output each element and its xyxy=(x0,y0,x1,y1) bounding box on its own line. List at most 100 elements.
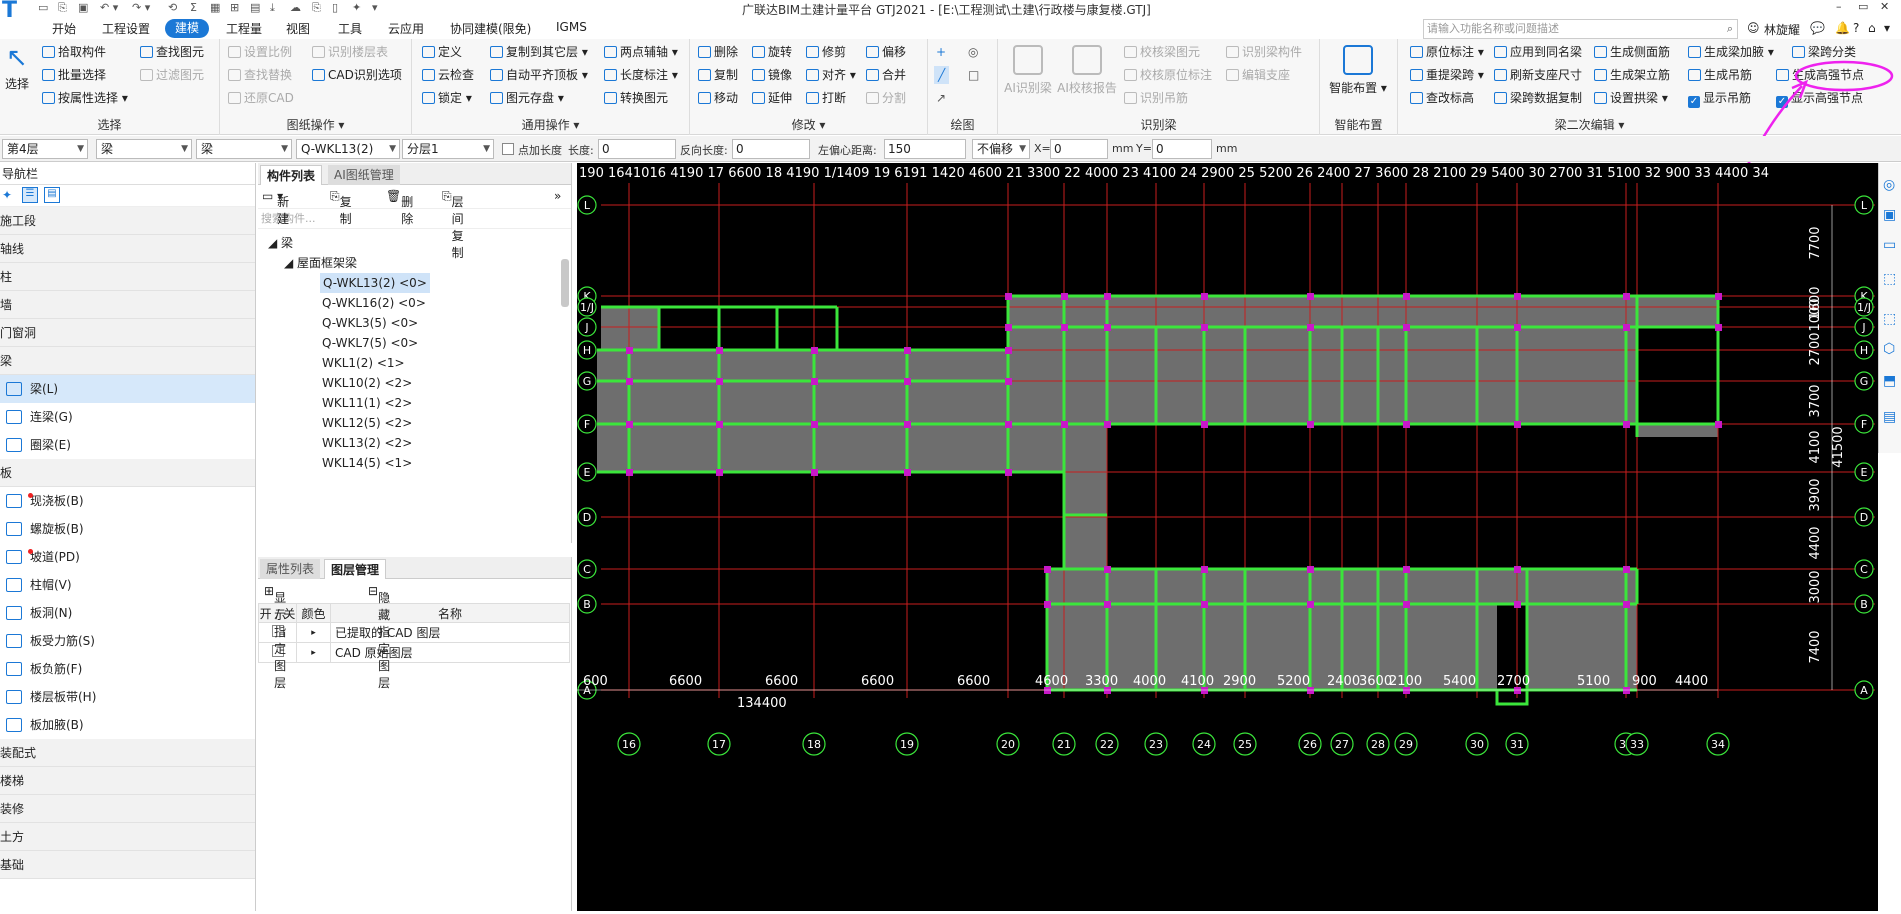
list-view-icon[interactable]: ☰ xyxy=(22,187,38,203)
new-file-icon[interactable]: ▭ xyxy=(38,1,48,14)
floor-copy-button[interactable]: ⎘ 层间复制 xyxy=(442,189,464,260)
view-select-icon[interactable]: ⬚ xyxy=(1883,311,1896,327)
gen-erection-bar-button[interactable]: 生成架立筋 xyxy=(1594,66,1670,84)
two-point-axis-button[interactable]: 两点辅轴 ▾ xyxy=(604,43,678,61)
tab-ai-drawing[interactable]: AI图纸管理 xyxy=(328,165,400,185)
break-button[interactable]: 打断 xyxy=(806,89,846,107)
ai-check-report-button[interactable]: AI校核报告 xyxy=(1056,45,1118,96)
floor-select[interactable]: 第4层 ▼ xyxy=(2,139,88,159)
menu-quantity[interactable]: 工程量 xyxy=(226,20,262,37)
tree-root-beam[interactable]: ◢ 梁 xyxy=(268,233,293,253)
tree-item[interactable]: Q-WKL3(5) <0> xyxy=(322,313,418,333)
cad-drawing[interactable]: L LK K1/J 1/JJ JH HG GF FE ED DC CB BA A16 17 18 19 20 21… xyxy=(577,163,1878,911)
copy-button[interactable]: 复制 xyxy=(698,66,738,84)
expand-arrow-icon[interactable]: ▸ xyxy=(296,642,331,663)
nav-item-floor-strip[interactable]: 楼层板带(H) xyxy=(0,683,255,711)
show-layer-button[interactable]: ⊞ 显示指定图层 xyxy=(264,584,286,690)
identify-beam-component-button[interactable]: 识别梁构件 xyxy=(1226,43,1302,61)
hide-layer-button[interactable]: ⊟ 隐藏指定图层 xyxy=(368,584,390,690)
check-elevation-button[interactable]: 查改标高 xyxy=(1410,89,1474,107)
nav-item-slab-main-bar[interactable]: 板受力筋(S) xyxy=(0,627,255,655)
refresh-support-size-button[interactable]: 刷新支座尺寸 xyxy=(1494,66,1582,84)
cloud-check-button[interactable]: 云检查 xyxy=(422,66,474,84)
gen-high-strength-node-button[interactable]: 生成高强节点 xyxy=(1776,66,1864,84)
nav-cat-foundation[interactable]: 基础 xyxy=(0,851,255,879)
pick-component-button[interactable]: 拾取构件 xyxy=(42,43,106,61)
menu-start[interactable]: 开始 xyxy=(52,20,76,37)
define-button[interactable]: 定义 xyxy=(422,43,462,61)
search-icon[interactable]: ⌕ xyxy=(1727,20,1733,38)
find-element-button[interactable]: 查找图元 xyxy=(140,43,204,61)
length-input[interactable]: 0 xyxy=(598,139,676,159)
view-top-icon[interactable]: ▣ xyxy=(1883,207,1896,223)
nav-cat-earthwork[interactable]: 土方 xyxy=(0,823,255,851)
beam-span-class-button[interactable]: 梁跨分类 xyxy=(1792,43,1856,61)
layer-select[interactable]: 分层1 ▼ xyxy=(402,139,494,159)
move-button[interactable]: 移动 xyxy=(698,89,738,107)
user-name[interactable]: 林旋耀 xyxy=(1764,21,1800,38)
cad-options-button[interactable]: CAD识别选项 xyxy=(312,66,402,84)
copy-span-data-button[interactable]: 梁跨数据复制 xyxy=(1494,89,1582,107)
mirror-button[interactable]: 镜像 xyxy=(752,66,792,84)
nav-cat-slab[interactable]: 板 xyxy=(0,459,255,487)
menu-igms[interactable]: IGMS xyxy=(556,20,587,34)
tab-property-list[interactable]: 属性列表 xyxy=(260,559,321,579)
redo-icon[interactable]: ↷ ▾ xyxy=(132,1,150,14)
tree-item[interactable]: Q-WKL13(2) <0> xyxy=(320,273,430,293)
select-button[interactable]: ↖ 选择 xyxy=(2,45,32,92)
menu-project-settings[interactable]: 工程设置 xyxy=(102,20,150,37)
copy-component-button[interactable]: ⎘ 复制 xyxy=(330,189,352,226)
left-offset-input[interactable]: 150 xyxy=(884,139,966,159)
drawing-canvas[interactable]: L L K K 1/J 1/J J J H H G G F F E E D D C C B B A A 16 17 18 19 20 21… xyxy=(577,163,1878,911)
align-button[interactable]: 对齐 ▾ xyxy=(806,66,856,84)
nav-item-slab-hole[interactable]: 板洞(N) xyxy=(0,599,255,627)
nav-item-cast-slab[interactable]: 现浇板(B) xyxy=(0,487,255,515)
view-box-icon[interactable]: ⬡ xyxy=(1883,341,1895,357)
extend-button[interactable]: 延伸 xyxy=(752,89,792,107)
detail-view-icon[interactable]: ▤ xyxy=(44,187,60,203)
nav-item-slab-neg-bar[interactable]: 板负筋(F) xyxy=(0,655,255,683)
nav-item-slab-haunch[interactable]: 板加腋(B) xyxy=(0,711,255,739)
reverse-length-input[interactable]: 0 xyxy=(732,139,810,159)
nav-cat-beam[interactable]: 梁 xyxy=(0,347,255,375)
gen-side-bar-button[interactable]: 生成侧面筋 xyxy=(1594,43,1670,61)
table-row[interactable]: ▸ CAD 原始图层 xyxy=(258,642,570,663)
merge-button[interactable]: 合并 xyxy=(866,66,906,84)
nav-item-spiral-slab[interactable]: 螺旋板(B) xyxy=(0,515,255,543)
point-length-checkbox[interactable] xyxy=(502,143,514,155)
message-icon[interactable]: 💬 xyxy=(1810,21,1825,35)
view-front-icon[interactable]: ▭ xyxy=(1883,237,1896,253)
point-draw-icon[interactable]: + xyxy=(936,43,946,61)
nav-item-ramp[interactable]: 坡道(PD) xyxy=(0,543,255,571)
inplace-annotation-button[interactable]: 原位标注 ▾ xyxy=(1410,43,1484,61)
line-draw-icon[interactable]: ╱ xyxy=(934,66,950,84)
x-input[interactable]: 0 xyxy=(1050,139,1108,159)
re-extract-span-button[interactable]: 重提梁跨 ▾ xyxy=(1410,66,1484,84)
nav-cat-wall[interactable]: 墙 xyxy=(0,291,255,319)
nav-cat-axis[interactable]: 轴线 xyxy=(0,235,255,263)
category-select[interactable]: 梁 ▼ xyxy=(96,139,192,159)
tree-group-roof-frame-beam[interactable]: ◢ 屋面框架梁 xyxy=(284,253,357,273)
nav-cat-prefab[interactable]: 装配式 xyxy=(0,739,255,767)
user-icon[interactable]: ☺ xyxy=(1747,21,1760,35)
component-select[interactable]: Q-WKL13(2) ▼ xyxy=(296,139,400,159)
tree-item[interactable]: Q-WKL16(2) <0> xyxy=(322,293,426,313)
view-cube-icon[interactable]: ⬚ xyxy=(1883,271,1896,287)
restore-cad-button[interactable]: 还原CAD xyxy=(228,89,294,107)
convert-element-button[interactable]: 转换图元 xyxy=(604,89,668,107)
type-select[interactable]: 梁 ▼ xyxy=(196,139,292,159)
rotate-point-icon[interactable]: ◎ xyxy=(968,43,978,61)
smart-layout-button[interactable]: 智能布置 ▾ xyxy=(1326,45,1390,96)
pin-icon[interactable]: ✦ xyxy=(2,188,12,202)
help-icon[interactable]: ? xyxy=(1853,21,1859,35)
copy-to-floor-button[interactable]: 复制到其它层 ▾ xyxy=(490,43,588,61)
menu-view[interactable]: 视图 xyxy=(286,20,310,37)
nav-cat-decoration[interactable]: 装修 xyxy=(0,795,255,823)
tree-item[interactable]: WKL11(1) <2> xyxy=(322,393,412,413)
arc-draw-icon[interactable]: ↗ xyxy=(936,89,946,107)
lock-button[interactable]: 锁定 ▾ xyxy=(422,89,472,107)
report-icon[interactable]: ▤ xyxy=(250,1,260,14)
rectangle-draw-icon[interactable]: □ xyxy=(968,66,979,84)
set-arch-beam-button[interactable]: 设置拱梁 ▾ xyxy=(1594,89,1668,107)
offset-button[interactable]: 偏移 xyxy=(866,43,906,61)
